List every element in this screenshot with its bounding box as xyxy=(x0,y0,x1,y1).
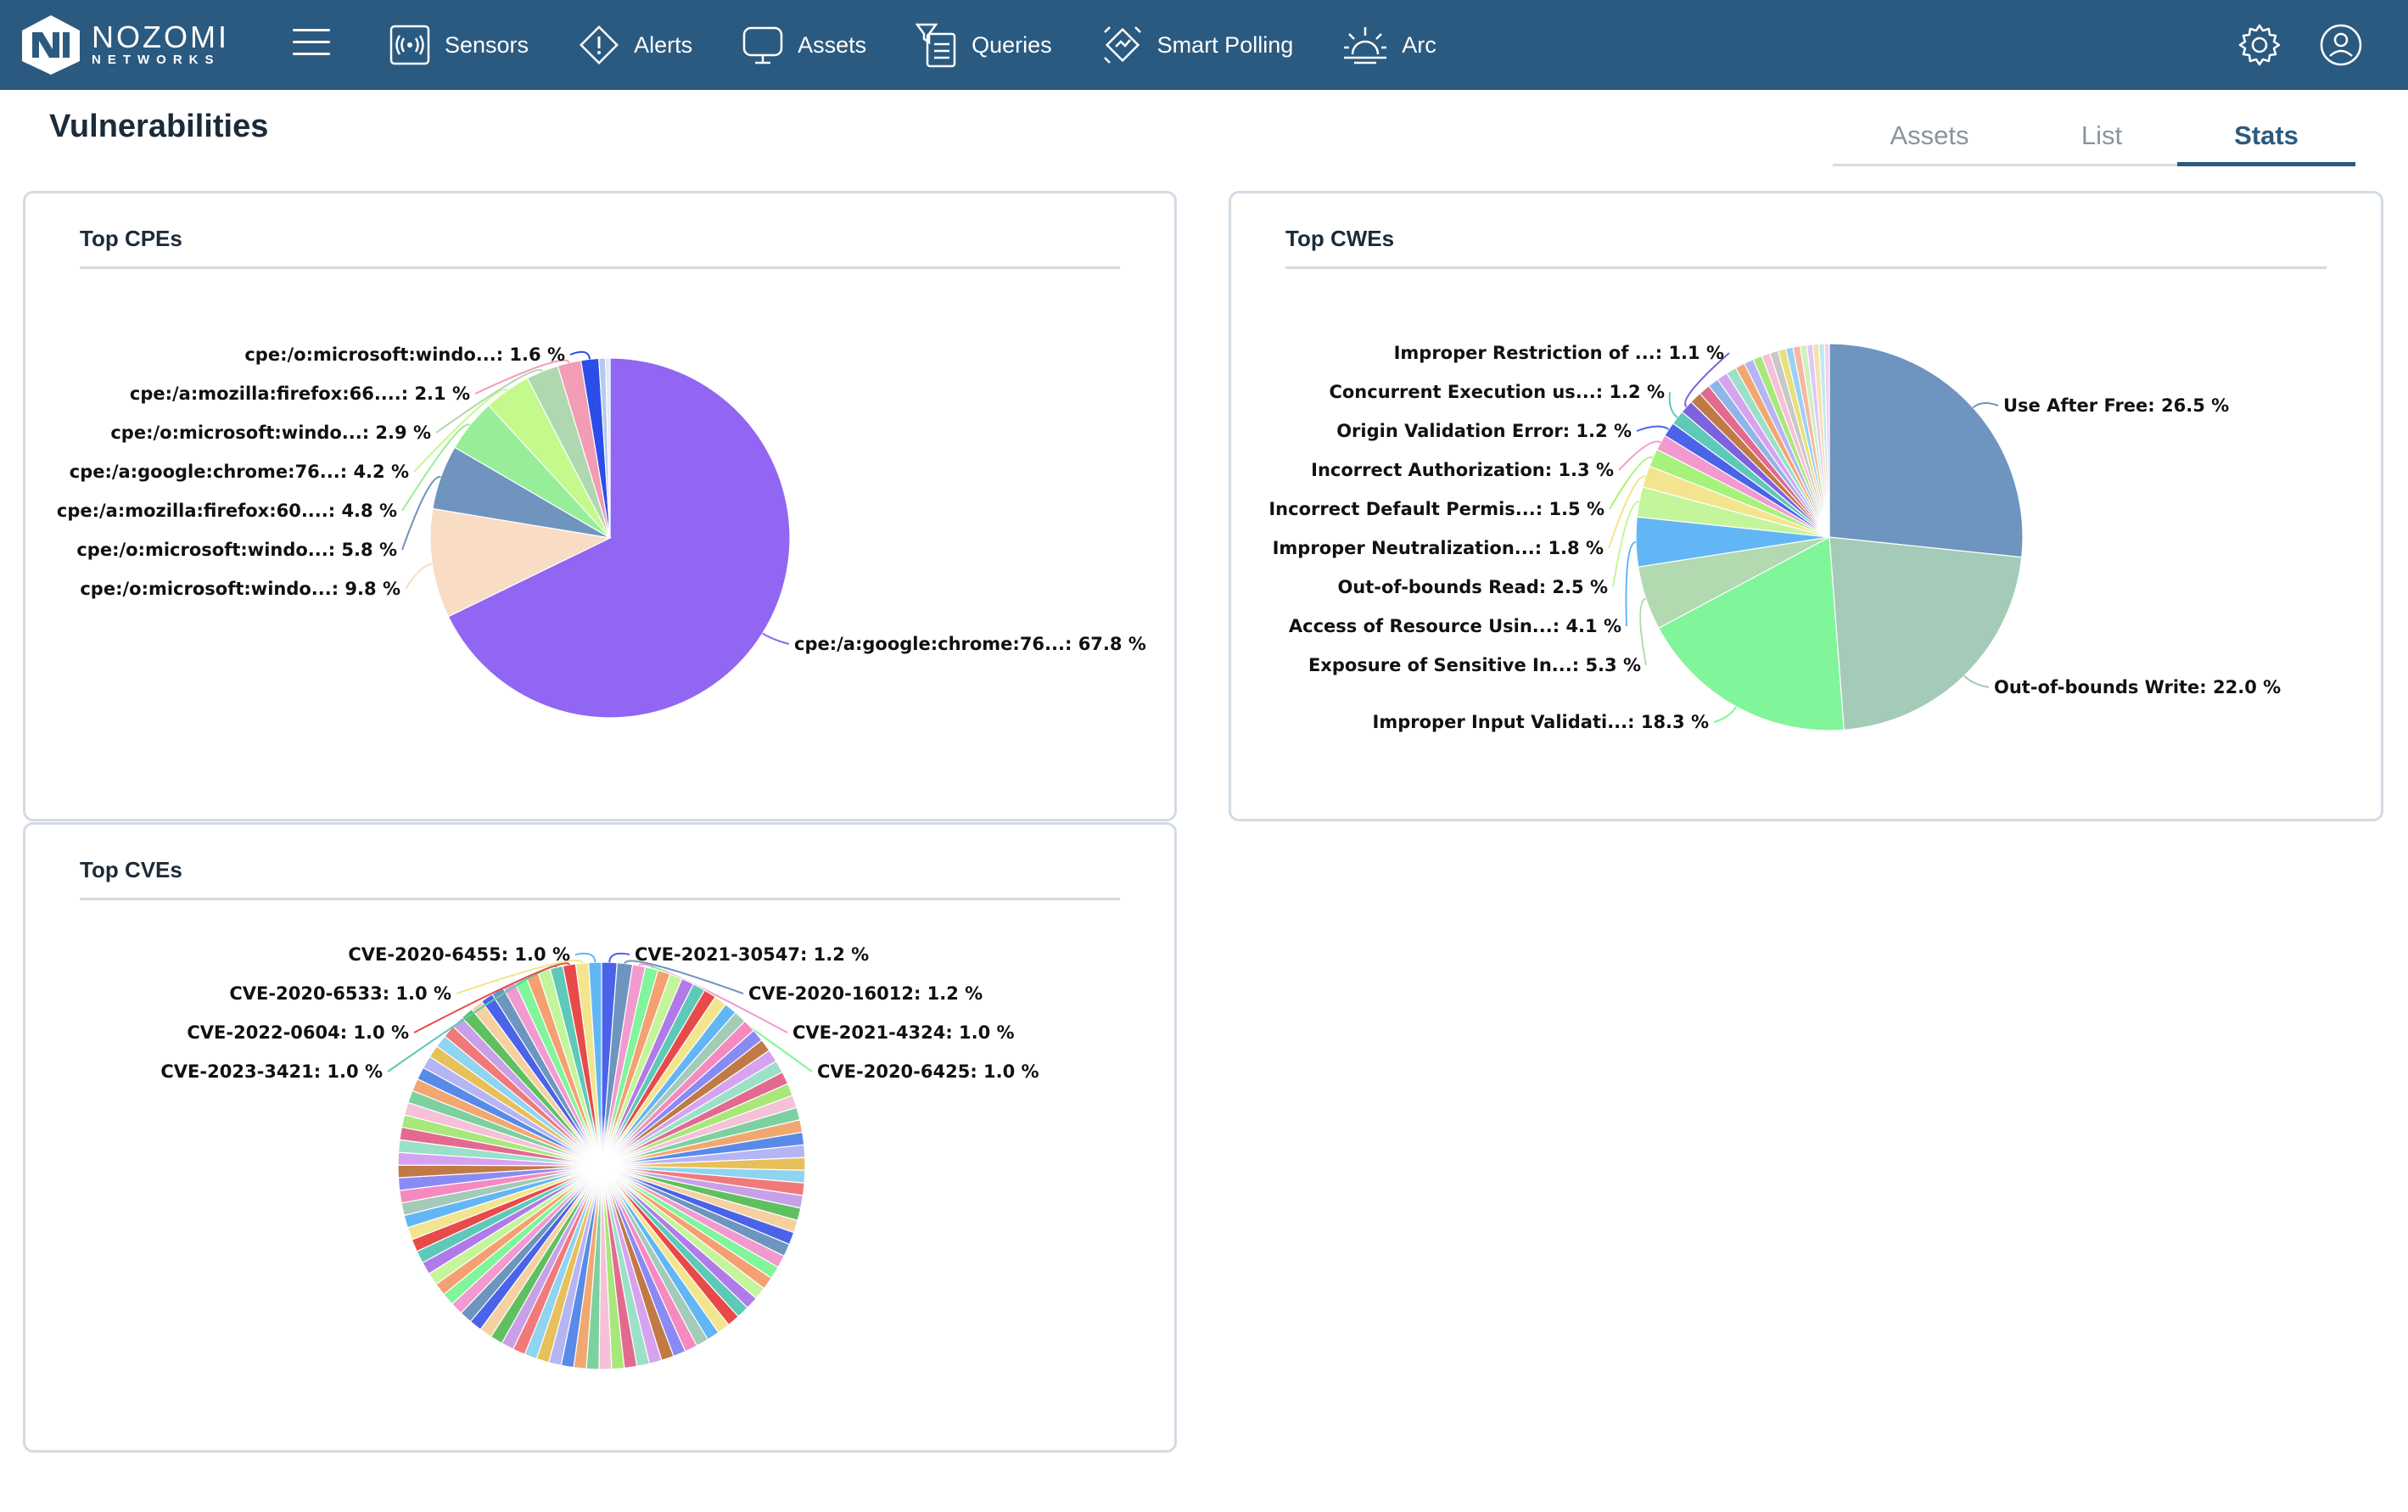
slice-label: cpe:/a:google:chrome:76...: 4.2 % xyxy=(70,462,409,482)
pie-slice[interactable] xyxy=(1828,343,2024,558)
monitor-icon xyxy=(742,26,783,64)
label-connector xyxy=(569,350,591,360)
arc-icon xyxy=(1344,27,1387,64)
label-connector xyxy=(1636,425,1670,432)
nozomi-logo-icon xyxy=(22,15,80,75)
alert-icon xyxy=(580,25,619,64)
view-tabs: Assets List Stats xyxy=(1833,115,2355,166)
nav-item-label: Arc xyxy=(1402,31,1436,58)
slice-label: Improper Restriction of ...: 1.1 % xyxy=(1394,343,1724,363)
slice-label: CVE-2021-4324: 1.0 % xyxy=(792,1022,1015,1043)
slice-label: cpe:/o:microsoft:windo...: 2.9 % xyxy=(110,423,431,443)
queries-icon xyxy=(916,23,956,68)
slice-label: Out-of-bounds Read: 2.5 % xyxy=(1337,577,1608,597)
nav-item-alerts[interactable]: Alerts xyxy=(578,24,692,66)
top-navigation-bar: NOZOMI NETWORKS Sensors Alerts Assets Qu… xyxy=(0,0,2408,90)
top-cves-card: Top CVEs CVE-2021-30547: 1.2 % CVE-2020-1… xyxy=(23,822,1177,1453)
nav-item-label: Queries xyxy=(972,31,1052,58)
top-cpes-pie-chart: cpe:/a:google:chrome:76...: 67.8 % cpe:/o… xyxy=(57,344,1146,719)
menu-icon-line xyxy=(293,41,330,43)
label-connector xyxy=(1713,706,1738,723)
slice-label: CVE-2022-0604: 1.0 % xyxy=(187,1022,409,1043)
slice-label: Exposure of Sensitive In...: 5.3 % xyxy=(1308,655,1641,675)
slice-label: CVE-2020-16012: 1.2 % xyxy=(748,983,983,1004)
nav-item-sensors[interactable]: Sensors xyxy=(389,24,529,66)
user-profile-button[interactable] xyxy=(2318,22,2364,68)
top-cpes-card: Top CPEs cpe:/a:google:chrome:76...: 67.… xyxy=(23,191,1177,821)
top-cwes-pie-chart: Use After Free: 26.5 % Out-of-bounds Writ… xyxy=(1268,343,2281,732)
label-connector xyxy=(1668,391,1678,418)
main-nav: Sensors Alerts Assets Queries Smart Poll… xyxy=(389,0,1486,90)
hamburger-menu-button[interactable] xyxy=(293,29,330,61)
sensors-icon xyxy=(389,25,430,65)
slice-label: cpe:/o:microsoft:windo...: 1.6 % xyxy=(244,344,565,365)
slice-label: CVE-2020-6455: 1.0 % xyxy=(348,944,570,965)
menu-icon xyxy=(293,29,330,31)
slice-label: Concurrent Execution us...: 1.2 % xyxy=(1329,382,1665,402)
brand-subtitle: NETWORKS xyxy=(92,53,221,67)
label-connector xyxy=(1972,402,1999,409)
gear-icon xyxy=(2238,24,2281,66)
nav-item-queries[interactable]: Queries xyxy=(916,22,1052,68)
menu-icon-line xyxy=(293,53,330,55)
nav-item-assets[interactable]: Assets xyxy=(742,24,866,66)
slice-label: CVE-2023-3421: 1.0 % xyxy=(160,1061,383,1082)
label-connector xyxy=(405,563,433,590)
slice-label: Use After Free: 26.5 % xyxy=(2003,395,2229,416)
tab-list[interactable]: List xyxy=(2026,115,2177,164)
slice-label: cpe:/a:mozilla:firefox:66....: 2.1 % xyxy=(130,384,470,404)
label-connector xyxy=(762,632,790,645)
slice-label: CVE-2021-30547: 1.2 % xyxy=(635,944,869,965)
nav-item-label: Sensors xyxy=(445,31,529,58)
tab-assets[interactable]: Assets xyxy=(1833,115,2026,164)
slice-label: CVE-2020-6533: 1.0 % xyxy=(229,983,451,1004)
nav-item-label: Assets xyxy=(798,31,867,58)
slice-label: cpe:/a:mozilla:firefox:60....: 4.8 % xyxy=(57,501,397,521)
nav-item-label: Alerts xyxy=(634,31,693,58)
slice-label: cpe:/o:microsoft:windo...: 9.8 % xyxy=(80,579,400,599)
slice-label: Improper Neutralization...: 1.8 % xyxy=(1273,538,1604,558)
slice-label: Incorrect Default Permis...: 1.5 % xyxy=(1268,499,1604,519)
slice-label: CVE-2020-6425: 1.0 % xyxy=(817,1061,1039,1082)
label-connector xyxy=(1963,675,1990,688)
page-title: Vulnerabilities xyxy=(49,109,269,144)
slice-label: cpe:/a:google:chrome:76...: 67.8 % xyxy=(794,634,1146,654)
label-connector xyxy=(1625,540,1637,627)
slice-label: cpe:/o:microsoft:windo...: 5.8 % xyxy=(76,540,397,560)
nav-item-arc[interactable]: Arc xyxy=(1342,24,1436,66)
top-cves-pie-chart: CVE-2021-30547: 1.2 % CVE-2020-16012: 1.2… xyxy=(160,944,1039,1370)
brand-name: NOZOMI xyxy=(92,20,229,54)
nozomi-logo[interactable]: NOZOMI NETWORKS xyxy=(20,14,229,76)
top-cwes-card: Top CWEs Use After Free: 26.5 % Out-of-bo… xyxy=(1229,191,2383,821)
label-connector xyxy=(1639,597,1647,666)
slice-label: Origin Validation Error: 1.2 % xyxy=(1336,421,1632,441)
slice-label: Out-of-bounds Write: 22.0 % xyxy=(1994,677,2281,697)
user-icon xyxy=(2320,24,2362,66)
smart-polling-icon xyxy=(1103,26,1141,64)
pie-slice[interactable] xyxy=(1828,536,2023,731)
slice-label: Access of Resource Usin...: 4.1 % xyxy=(1289,616,1621,636)
nav-item-label: Smart Polling xyxy=(1156,31,1294,58)
settings-button[interactable] xyxy=(2237,22,2282,68)
nav-item-smart-polling[interactable]: Smart Polling xyxy=(1101,24,1294,66)
tab-stats[interactable]: Stats xyxy=(2177,115,2355,166)
slice-label: Incorrect Authorization: 1.3 % xyxy=(1311,460,1614,480)
slice-label: Improper Input Validati...: 18.3 % xyxy=(1373,712,1709,732)
pie-center-glow xyxy=(551,1115,652,1217)
